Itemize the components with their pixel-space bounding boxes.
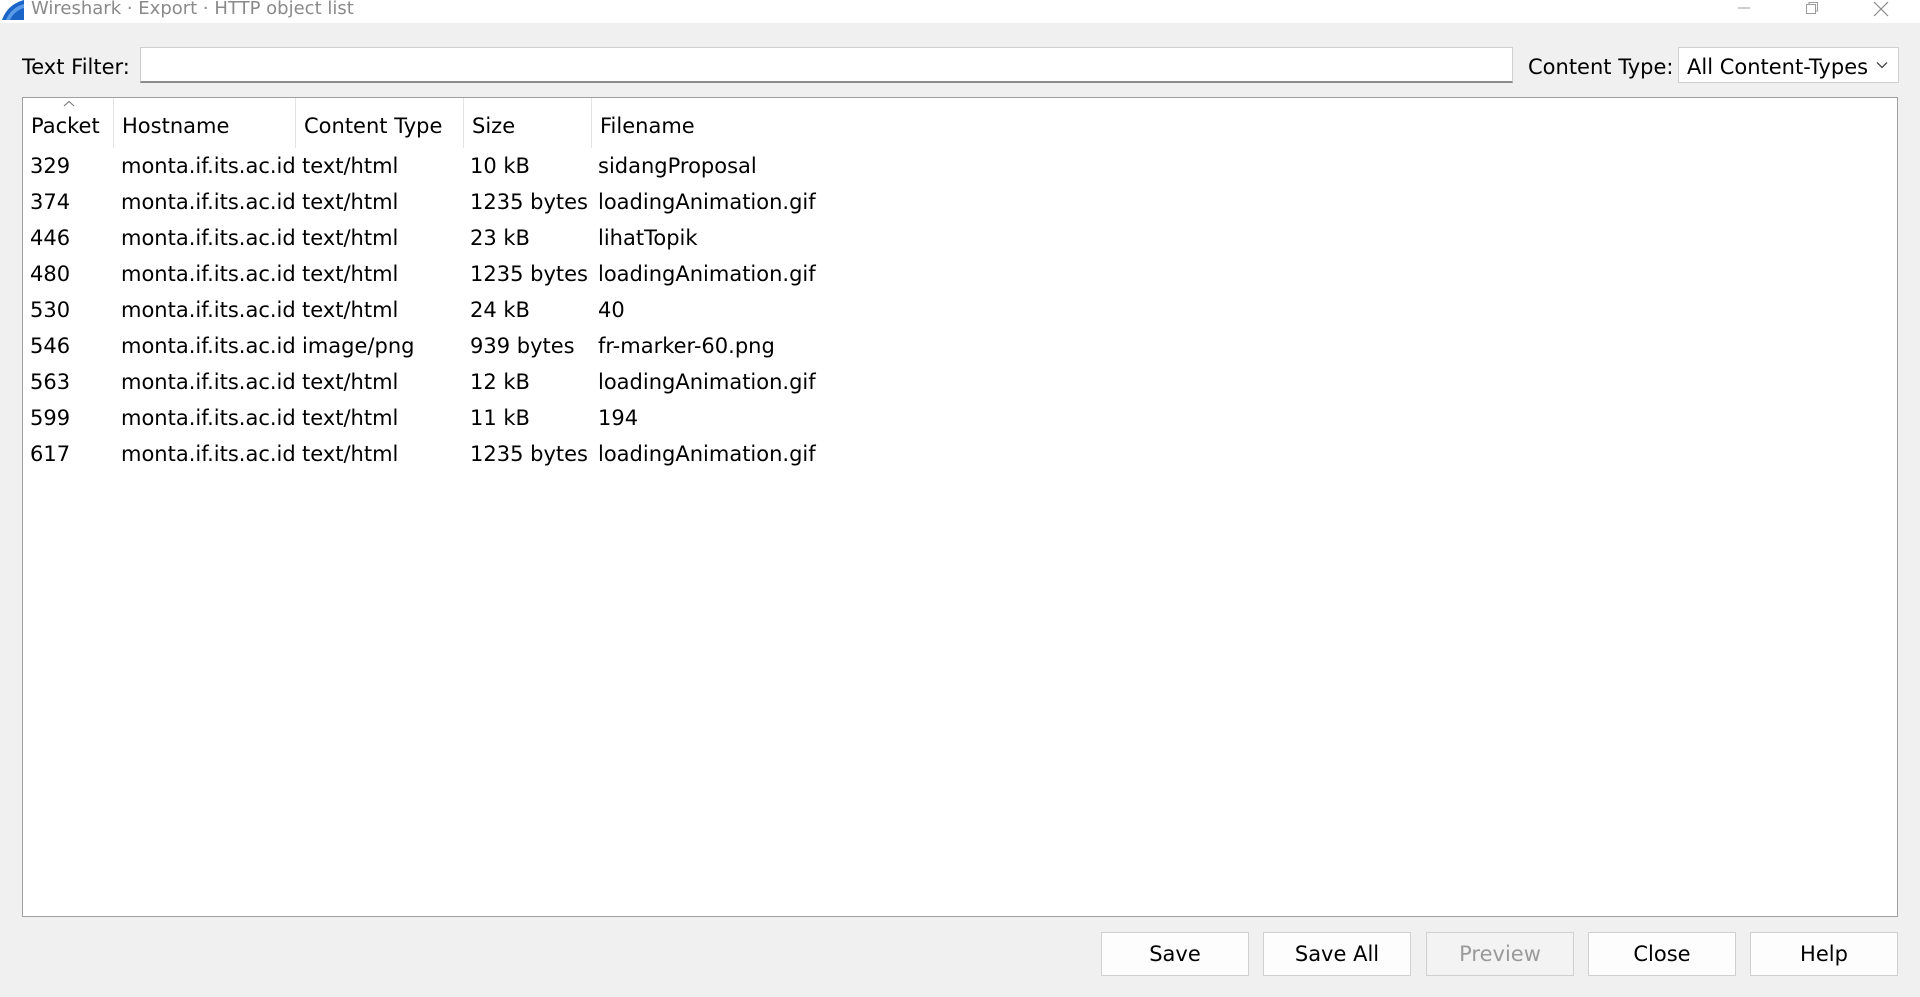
cell-size: 11 kB [470, 406, 530, 430]
content-type-select[interactable]: All Content-Types [1678, 47, 1899, 83]
text-filter-input[interactable] [140, 47, 1513, 83]
minimize-icon [1738, 7, 1750, 9]
column-header-filename[interactable]: Filename [592, 98, 852, 148]
cell-hostname: monta.if.its.ac.id [121, 442, 296, 466]
cell-filename: lihatTopik [598, 226, 698, 250]
cell-size: 1235 bytes [470, 262, 588, 286]
cell-packet: 329 [30, 154, 71, 178]
cell-content-type: text/html [302, 226, 399, 250]
cell-packet: 599 [30, 406, 71, 430]
cell-filename: loadingAnimation.gif [598, 442, 816, 466]
close-icon [1873, 1, 1889, 17]
cell-hostname: monta.if.its.ac.id [121, 154, 296, 178]
close-window-button[interactable] [1851, 0, 1911, 22]
cell-filename: 40 [598, 298, 625, 322]
cell-content-type: text/html [302, 154, 399, 178]
table-row[interactable]: 480 monta.if.its.ac.id text/html 1235 by… [23, 256, 1897, 292]
window-title: Wireshark · Export · HTTP object list [31, 0, 354, 19]
table-row[interactable]: 446 monta.if.its.ac.id text/html 23 kB l… [23, 220, 1897, 256]
table-row[interactable]: 563 monta.if.its.ac.id text/html 12 kB l… [23, 364, 1897, 400]
restore-icon [1806, 2, 1818, 14]
help-button[interactable]: Help [1750, 932, 1898, 976]
column-header-packet[interactable]: Packet [23, 98, 114, 148]
cell-filename: loadingAnimation.gif [598, 262, 816, 286]
http-object-table[interactable]: Packet Hostname Content Type Size Filena… [22, 97, 1898, 917]
cell-packet: 563 [30, 370, 71, 394]
cell-hostname: monta.if.its.ac.id [121, 406, 296, 430]
cell-filename: fr-marker-60.png [598, 334, 775, 358]
cell-size: 939 bytes [470, 334, 575, 358]
cell-filename: loadingAnimation.gif [598, 370, 816, 394]
cell-hostname: monta.if.its.ac.id [121, 190, 296, 214]
cell-content-type: text/html [302, 370, 399, 394]
column-header-size[interactable]: Size [464, 98, 592, 148]
content-type-label: Content Type: [1528, 55, 1674, 79]
table-row[interactable]: 546 monta.if.its.ac.id image/png 939 byt… [23, 328, 1897, 364]
cell-hostname: monta.if.its.ac.id [121, 226, 296, 250]
title-bar[interactable]: Wireshark · Export · HTTP object list [0, 0, 1920, 23]
save-all-button[interactable]: Save All [1263, 932, 1411, 976]
cell-content-type: text/html [302, 262, 399, 286]
restore-button[interactable] [1782, 0, 1842, 22]
cell-filename: 194 [598, 406, 639, 430]
column-header-label: Hostname [122, 114, 230, 138]
preview-button[interactable]: Preview [1426, 932, 1574, 976]
cell-size: 12 kB [470, 370, 530, 394]
cell-packet: 530 [30, 298, 71, 322]
table-row[interactable]: 530 monta.if.its.ac.id text/html 24 kB 4… [23, 292, 1897, 328]
cell-packet: 546 [30, 334, 71, 358]
text-filter-label: Text Filter: [22, 55, 130, 79]
chevron-down-icon [1876, 62, 1888, 69]
column-header-label: Packet [31, 114, 100, 138]
cell-content-type: text/html [302, 406, 399, 430]
cell-hostname: monta.if.its.ac.id [121, 262, 296, 286]
cell-content-type: text/html [302, 442, 399, 466]
content-type-selected-value: All Content-Types [1687, 55, 1869, 79]
cell-packet: 480 [30, 262, 71, 286]
column-header-content-type[interactable]: Content Type [296, 98, 464, 148]
table-row[interactable]: 374 monta.if.its.ac.id text/html 1235 by… [23, 184, 1897, 220]
wireshark-fin-icon [2, 0, 24, 20]
close-button[interactable]: Close [1588, 932, 1736, 976]
cell-size: 23 kB [470, 226, 530, 250]
save-button[interactable]: Save [1101, 932, 1249, 976]
table-header: Packet Hostname Content Type Size Filena… [23, 98, 1897, 148]
cell-packet: 617 [30, 442, 71, 466]
cell-packet: 446 [30, 226, 71, 250]
cell-size: 1235 bytes [470, 442, 588, 466]
cell-hostname: monta.if.its.ac.id [121, 370, 296, 394]
table-row[interactable]: 329 monta.if.its.ac.id text/html 10 kB s… [23, 148, 1897, 184]
cell-size: 24 kB [470, 298, 530, 322]
cell-filename: loadingAnimation.gif [598, 190, 816, 214]
cell-packet: 374 [30, 190, 71, 214]
cell-filename: sidangProposal [598, 154, 757, 178]
column-header-label: Filename [600, 114, 695, 138]
export-http-dialog: Wireshark · Export · HTTP object list Te… [0, 0, 1920, 997]
cell-hostname: monta.if.its.ac.id [121, 298, 296, 322]
cell-hostname: monta.if.its.ac.id [121, 334, 296, 358]
column-header-label: Size [472, 114, 516, 138]
table-row[interactable]: 599 monta.if.its.ac.id text/html 11 kB 1… [23, 400, 1897, 436]
cell-content-type: text/html [302, 298, 399, 322]
column-header-hostname[interactable]: Hostname [114, 98, 296, 148]
cell-content-type: image/png [302, 334, 415, 358]
table-row[interactable]: 617 monta.if.its.ac.id text/html 1235 by… [23, 436, 1897, 472]
cell-size: 1235 bytes [470, 190, 588, 214]
sort-ascending-icon [63, 100, 75, 107]
column-header-label: Content Type [304, 114, 443, 138]
cell-content-type: text/html [302, 190, 399, 214]
cell-size: 10 kB [470, 154, 530, 178]
minimize-button[interactable] [1714, 0, 1774, 22]
